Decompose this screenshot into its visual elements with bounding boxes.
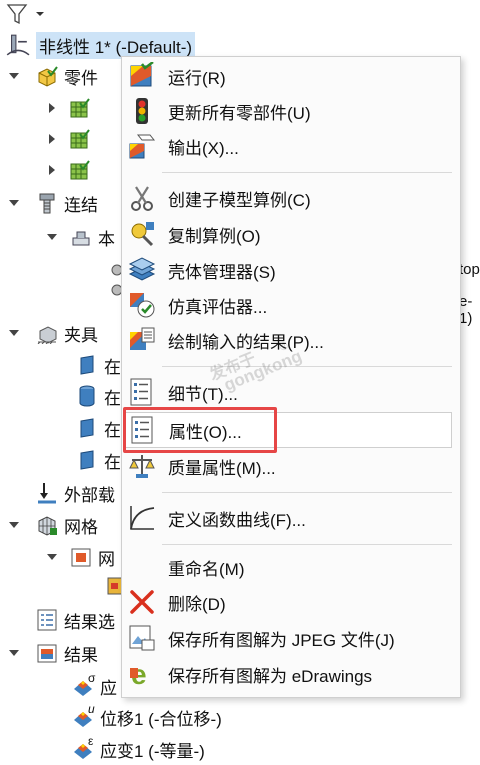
tree-item-result-strain[interactable]: ε 应变1 (-等量-) <box>72 734 205 764</box>
mesh-part-icon <box>70 160 90 180</box>
menu-item-rename[interactable]: 重命名(M) <box>122 550 460 584</box>
menu-item-update-all[interactable]: 更新所有零部件(U) <box>122 94 460 128</box>
collapse-arrow-icon[interactable] <box>46 231 58 243</box>
traffic-light-icon <box>136 98 148 124</box>
face-fixture-icon <box>80 418 94 438</box>
tree-item-result-stress[interactable]: σ 应 <box>72 671 117 701</box>
menu-item-run[interactable]: 运行(R) <box>122 59 460 93</box>
result-options-icon <box>37 609 57 631</box>
tree-item-part-3[interactable] <box>46 155 96 185</box>
shell-manager-icon <box>128 257 156 281</box>
details-icon <box>130 378 152 406</box>
tree-item-external-loads[interactable]: 外部载 <box>36 478 115 508</box>
run-icon <box>130 62 154 87</box>
menu-separator <box>162 492 452 493</box>
menu-item-copy-study[interactable]: 复制算例(O) <box>122 217 460 251</box>
plot-results-icon <box>130 327 155 350</box>
tree-item-part-1[interactable] <box>46 93 96 123</box>
root-label: 非线性 1* (-Default-) <box>36 31 196 59</box>
menu-item-delete[interactable]: 删除(D) <box>122 585 460 619</box>
tree-item-mesh[interactable]: 网格 <box>8 510 98 540</box>
mesh-group-icon <box>71 548 91 567</box>
collapse-arrow-icon[interactable] <box>8 327 20 339</box>
collapse-arrow-icon[interactable] <box>8 197 20 209</box>
face-fixture-icon <box>80 355 94 375</box>
collapse-arrow-icon[interactable] <box>8 70 20 82</box>
menu-separator <box>162 366 452 367</box>
results-folder-icon <box>37 644 57 663</box>
bolt-icon <box>39 193 55 214</box>
menu-separator <box>162 544 452 545</box>
tree-item-results[interactable]: 结果 <box>8 638 98 668</box>
mesh-part-icon <box>70 129 90 149</box>
mesh-icon <box>38 516 57 536</box>
function-curve-icon <box>130 506 155 530</box>
edrawings-icon: e <box>130 660 147 688</box>
fixture-icon <box>37 326 57 344</box>
tree-item-connections[interactable]: 连结 <box>8 188 98 218</box>
tree-item-part-2[interactable] <box>46 124 96 154</box>
expand-arrow-icon[interactable] <box>46 164 58 176</box>
tree-item-fixture-4[interactable]: 在 <box>76 445 121 475</box>
parts-icon <box>38 66 58 87</box>
menu-item-export[interactable]: 输出(X)... <box>122 129 460 163</box>
cylinder-fixture-icon <box>79 385 95 407</box>
obscured-text-2: e-1) <box>459 293 473 327</box>
copy-study-icon <box>131 222 154 247</box>
context-menu: 运行(R) 更新所有零部件(U) 输出(X)... 创建子模型算例(C) 复制算… <box>121 56 461 698</box>
menu-item-simulation-evaluator[interactable]: 仿真评估器... <box>122 288 460 322</box>
tree-item-fixture-3[interactable]: 在 <box>76 413 121 443</box>
study-icon <box>6 34 30 56</box>
tree-item-mesh-child[interactable]: 网 <box>46 542 115 572</box>
tree-item-fixtures[interactable]: 夹具 <box>8 318 98 348</box>
obscured-text-1: top <box>459 261 480 278</box>
collapse-arrow-icon[interactable] <box>8 519 20 531</box>
contact-icon <box>72 231 90 246</box>
scissors-icon <box>131 186 153 211</box>
mass-properties-icon <box>129 455 155 478</box>
tree-item-parts[interactable]: 零件 <box>8 61 98 91</box>
menu-item-create-submodel[interactable]: 创建子模型算例(C) <box>122 181 460 215</box>
collapse-arrow-icon[interactable] <box>8 647 20 659</box>
menu-separator <box>162 172 452 173</box>
tree-item-fixture-1[interactable]: 在 <box>76 350 121 380</box>
expand-arrow-icon[interactable] <box>46 133 58 145</box>
menu-item-details[interactable]: 细节(T)... <box>122 375 460 409</box>
collapse-arrow-icon[interactable] <box>46 551 58 563</box>
highlight-box <box>123 407 277 453</box>
menu-item-shell-manager[interactable]: 壳体管理器(S) <box>122 253 460 287</box>
mesh-part-icon <box>70 98 90 118</box>
expand-arrow-icon[interactable] <box>46 102 58 114</box>
filter-icon[interactable] <box>6 2 46 26</box>
menu-item-save-edrawings[interactable]: e 保存所有图解为 eDrawings <box>122 657 460 691</box>
menu-item-save-jpeg[interactable]: 保存所有图解为 JPEG 文件(J) <box>122 621 460 655</box>
tree-item-result-displacement[interactable]: u 位移1 (-合位移-) <box>72 702 222 732</box>
delete-icon <box>130 590 154 614</box>
menu-item-mass-properties[interactable]: 质量属性(M)... <box>122 449 460 483</box>
export-icon <box>129 134 156 159</box>
simulation-evaluator-icon <box>130 293 155 318</box>
menu-item-function-curves[interactable]: 定义函数曲线(F)... <box>122 501 460 535</box>
tree-item-connection-child[interactable]: 本 <box>46 222 115 252</box>
save-jpeg-icon <box>129 625 155 651</box>
external-load-icon <box>38 483 56 504</box>
face-fixture-icon <box>80 450 94 470</box>
tree-item-fixture-2[interactable]: 在 <box>76 381 121 411</box>
tree-item-result-options[interactable]: 结果选 <box>36 605 115 635</box>
